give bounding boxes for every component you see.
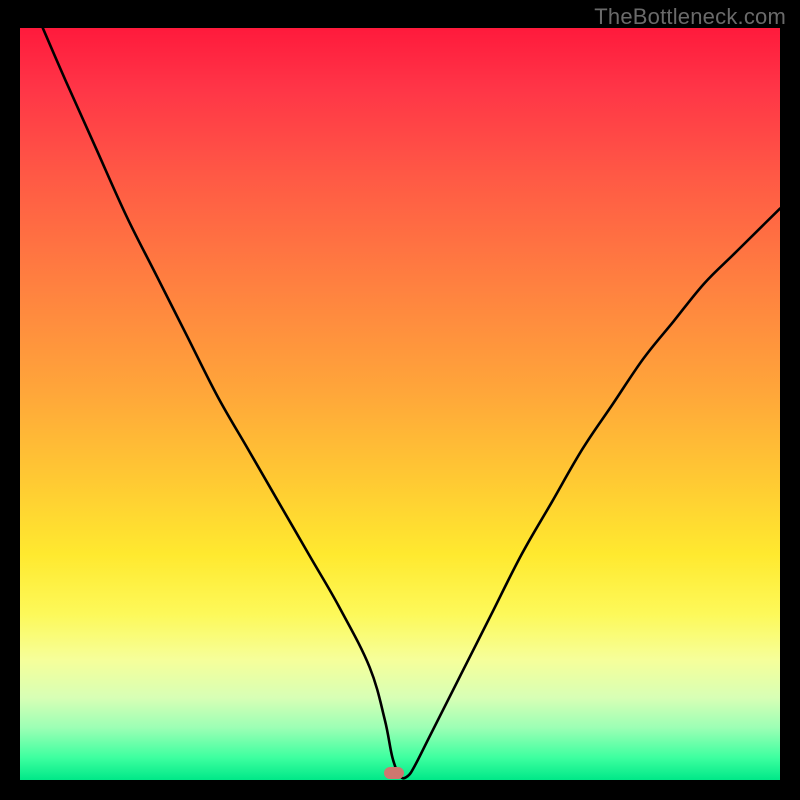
plot-area — [20, 28, 780, 780]
optimal-marker — [384, 767, 404, 779]
chart-frame: TheBottleneck.com — [0, 0, 800, 800]
watermark-text: TheBottleneck.com — [594, 4, 786, 30]
bottleneck-curve — [20, 28, 780, 780]
